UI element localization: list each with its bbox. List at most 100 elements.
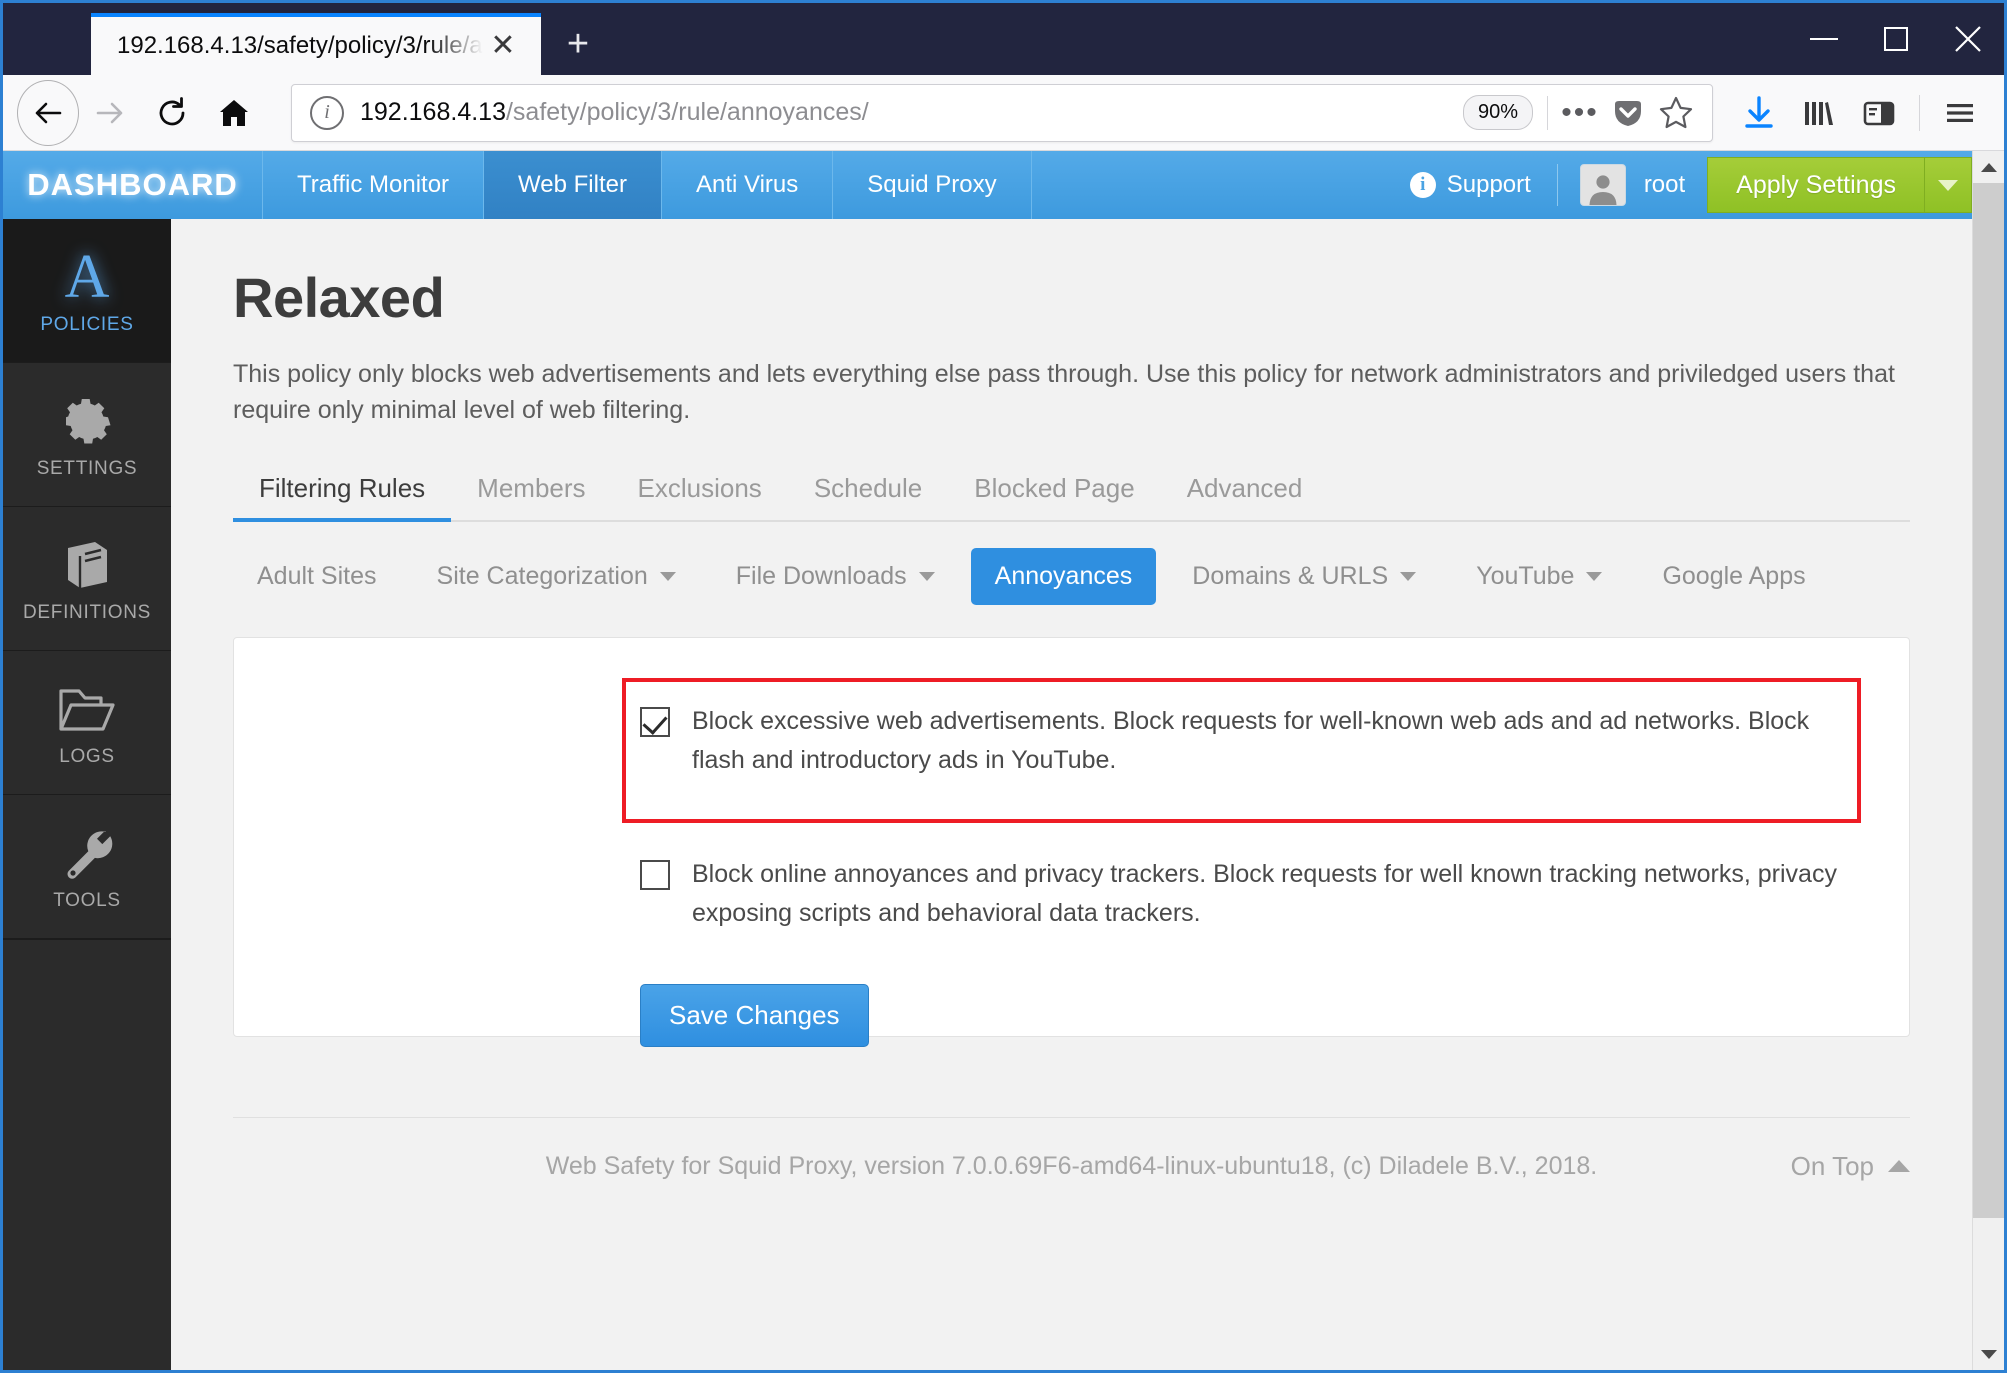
window-controls — [1788, 3, 2004, 75]
new-tab-button[interactable]: + — [541, 13, 615, 75]
chevron-down-icon — [1586, 571, 1603, 581]
url-bar[interactable]: i 192.168.4.13/safety/policy/3/rule/anno… — [291, 83, 1713, 142]
pill-adult-sites[interactable]: Adult Sites — [233, 548, 401, 605]
pill-label: YouTube — [1476, 561, 1575, 590]
browser-tab[interactable]: 192.168.4.13/safety/policy/3/rule/a ✕ — [91, 13, 541, 75]
sidebar-item-label: TOOLS — [53, 889, 121, 911]
tab-members[interactable]: Members — [451, 463, 611, 520]
sidebar-item-logs[interactable]: LOGS — [3, 651, 171, 795]
reload-icon[interactable] — [141, 82, 203, 144]
tab-filtering-rules[interactable]: Filtering Rules — [233, 463, 452, 522]
zoom-level-badge[interactable]: 90% — [1462, 95, 1533, 130]
content-inner: Relaxed This policy only blocks web adve… — [171, 219, 1972, 1047]
navigation-toolbar: i 192.168.4.13/safety/policy/3/rule/anno… — [3, 75, 2004, 151]
wrench-icon — [60, 822, 114, 884]
chevron-down-icon — [918, 571, 935, 581]
support-label: Support — [1446, 171, 1531, 198]
pill-youtube[interactable]: YouTube — [1452, 548, 1626, 605]
vertical-scrollbar[interactable] — [1972, 151, 2004, 1370]
scroll-up-button[interactable] — [1973, 151, 2004, 183]
tab-schedule[interactable]: Schedule — [788, 463, 948, 520]
gear-icon — [60, 390, 114, 452]
divider — [1919, 94, 1920, 131]
policy-tabs: Filtering Rules Members Exclusions Sched… — [233, 463, 1910, 522]
app-top-nav: DASHBOARD Traffic Monitor Web Filter Ant… — [3, 151, 1972, 219]
pill-google-apps[interactable]: Google Apps — [1638, 548, 1829, 605]
menu-icon[interactable] — [1930, 83, 1990, 143]
user-menu[interactable]: root — [1558, 164, 1707, 206]
pocket-icon[interactable] — [1604, 89, 1652, 137]
tab-blocked-page[interactable]: Blocked Page — [948, 463, 1160, 520]
folder-icon — [57, 678, 117, 740]
library-icon[interactable] — [1789, 83, 1849, 143]
page-viewport: DASHBOARD Traffic Monitor Web Filter Ant… — [3, 151, 2004, 1370]
option-block-web-ads[interactable]: Block excessive web advertisements. Bloc… — [622, 677, 1861, 823]
tab-strip: 192.168.4.13/safety/policy/3/rule/a ✕ + — [3, 3, 615, 75]
sidebar-item-tools[interactable]: TOOLS — [3, 795, 171, 939]
back-arrow-icon[interactable] — [17, 79, 79, 146]
bookmark-star-icon[interactable] — [1652, 89, 1700, 137]
option-label: Block excessive web advertisements. Bloc… — [692, 706, 1810, 775]
close-window-button[interactable] — [1932, 3, 2004, 75]
sidebar-item-label: POLICIES — [40, 313, 134, 335]
brand-logo[interactable]: DASHBOARD — [3, 151, 263, 219]
rule-panel: Block excessive web advertisements. Bloc… — [233, 636, 1910, 1047]
page-actions-icon[interactable]: ••• — [1556, 89, 1604, 137]
pill-annoyances[interactable]: Annoyances — [970, 547, 1157, 605]
scroll-down-button[interactable] — [1973, 1338, 2004, 1370]
nav-item-web-filter[interactable]: Web Filter — [484, 151, 662, 219]
pill-label: Adult Sites — [257, 561, 377, 590]
site-info-icon[interactable]: i — [310, 95, 344, 130]
tab-advanced[interactable]: Advanced — [1161, 463, 1329, 520]
chevron-down-icon — [1400, 571, 1417, 581]
sidebar-item-definitions[interactable]: DEFINITIONS — [3, 507, 171, 651]
rule-pills: Adult Sites Site Categorization File Dow… — [233, 522, 1910, 615]
policy-description: This policy only blocks web advertisemen… — [233, 360, 1895, 425]
pill-label: File Downloads — [735, 561, 907, 590]
close-icon[interactable]: ✕ — [483, 26, 523, 66]
pill-label: Annoyances — [994, 561, 1133, 590]
info-icon: i — [1409, 172, 1436, 198]
chevron-down-icon — [659, 571, 676, 581]
minimize-button[interactable] — [1788, 3, 1860, 75]
pill-domains-urls[interactable]: Domains & URLS — [1168, 548, 1440, 605]
tab-exclusions[interactable]: Exclusions — [612, 463, 788, 520]
checkbox-block-web-ads[interactable] — [640, 706, 670, 737]
page-title: Relaxed — [233, 266, 445, 329]
scrollbar-track[interactable] — [1973, 1218, 2004, 1338]
web-page: DASHBOARD Traffic Monitor Web Filter Ant… — [3, 151, 1972, 1370]
sidebar-icon[interactable] — [1849, 83, 1909, 143]
sidebar-filler — [3, 939, 171, 1370]
nav-item-squid-proxy[interactable]: Squid Proxy — [833, 151, 1032, 219]
apply-settings-button[interactable]: Apply Settings — [1707, 157, 1924, 213]
sidebar: A POLICIES SETTINGS DEFINITIONS LOGS TOO… — [3, 219, 171, 1370]
url-path: /safety/policy/3/rule/annoyances/ — [505, 98, 869, 126]
footer: Web Safety for Squid Proxy, version 7.0.… — [171, 1118, 1972, 1181]
nav-item-traffic-monitor[interactable]: Traffic Monitor — [263, 151, 485, 219]
pill-site-categorization[interactable]: Site Categorization — [413, 548, 700, 605]
pill-file-downloads[interactable]: File Downloads — [712, 548, 959, 605]
save-changes-button[interactable]: Save Changes — [640, 983, 869, 1047]
maximize-button[interactable] — [1860, 3, 1932, 75]
sidebar-item-label: DEFINITIONS — [22, 601, 152, 623]
apply-settings-dropdown-button[interactable] — [1924, 157, 1972, 213]
nav-item-anti-virus[interactable]: Anti Virus — [662, 151, 834, 219]
download-icon[interactable] — [1729, 83, 1789, 143]
sidebar-item-policies[interactable]: A POLICIES — [3, 219, 171, 363]
on-top-label: On Top — [1790, 1150, 1874, 1181]
user-name: root — [1643, 171, 1686, 198]
checkbox-block-trackers[interactable] — [640, 859, 670, 890]
scrollbar-thumb[interactable] — [1973, 183, 2004, 1218]
option-block-trackers[interactable]: Block online annoyances and privacy trac… — [622, 841, 1861, 948]
home-icon[interactable] — [203, 82, 265, 144]
on-top-button[interactable]: On Top — [1791, 1151, 1910, 1182]
option-label: Block online annoyances and privacy trac… — [692, 859, 1837, 928]
forward-arrow-icon — [79, 82, 141, 144]
support-link[interactable]: i Support — [1384, 171, 1557, 199]
chevron-down-icon — [1938, 179, 1958, 191]
book-icon — [59, 534, 115, 596]
footer-version-text: Web Safety for Squid Proxy, version 7.0.… — [545, 1151, 1598, 1180]
chevron-down-icon — [1980, 1349, 1997, 1359]
browser-tab-title: 192.168.4.13/safety/policy/3/rule/a — [117, 32, 483, 59]
sidebar-item-settings[interactable]: SETTINGS — [3, 363, 171, 507]
